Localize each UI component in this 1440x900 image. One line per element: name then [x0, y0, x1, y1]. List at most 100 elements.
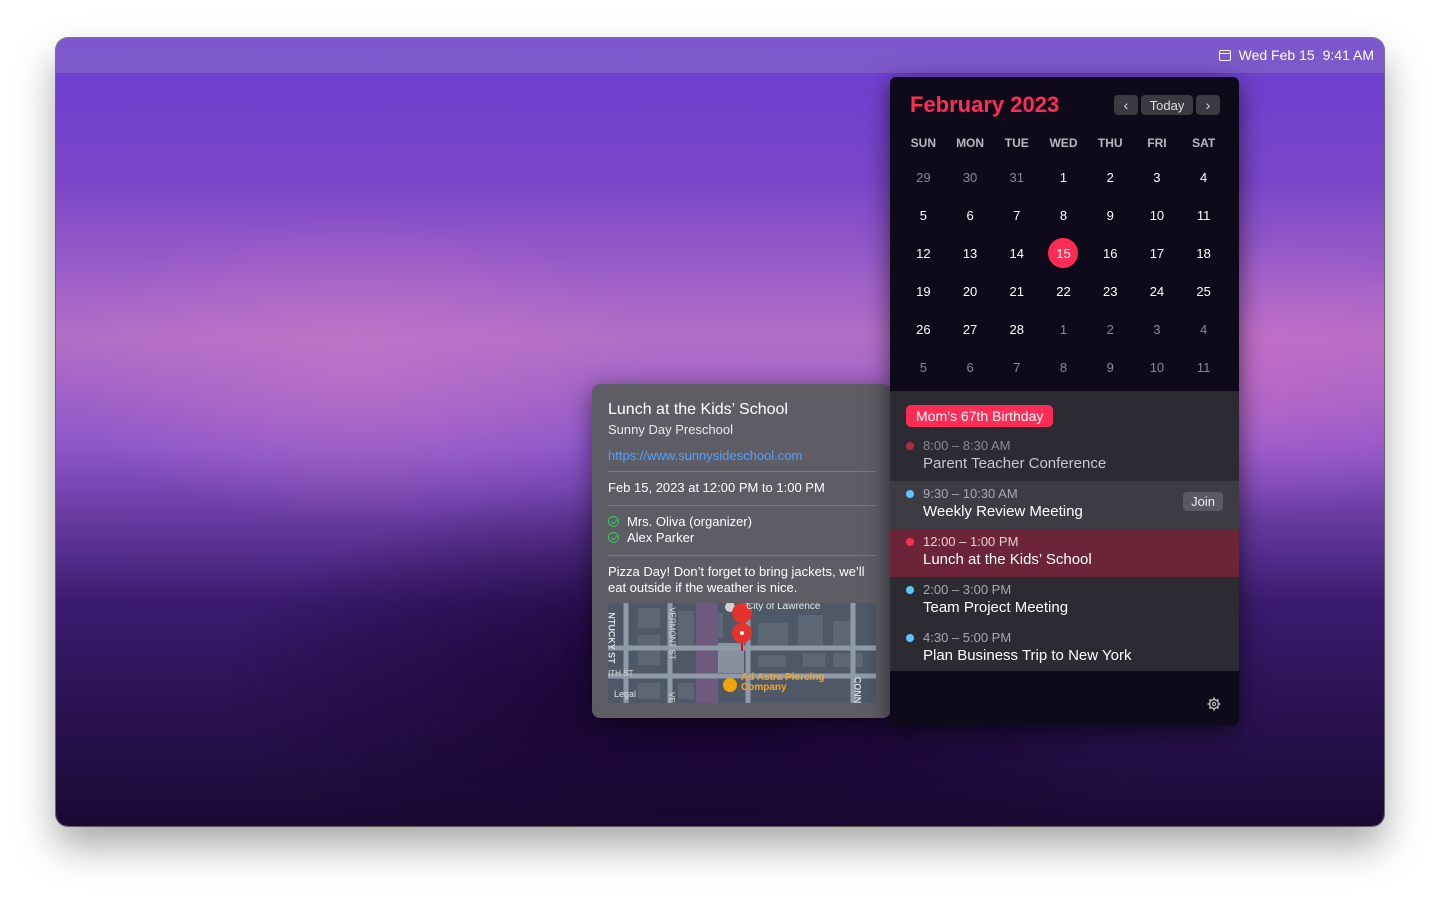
calendar-color-dot	[906, 442, 914, 450]
day-cell[interactable]: 1	[1040, 310, 1087, 348]
event-item[interactable]: 4:30 – 5:00 PM Plan Business Trip to New…	[890, 625, 1239, 673]
month-navigation: ‹ Today ›	[1114, 95, 1220, 115]
weekday-label: FRI	[1147, 136, 1167, 150]
event-title: Lunch at the Kids’ School	[923, 551, 1092, 568]
attendee-item: Mrs. Oliva (organizer)	[608, 514, 752, 529]
day-cell[interactable]: 14	[993, 234, 1040, 272]
day-cell[interactable]: 24	[1134, 272, 1181, 310]
event-item[interactable]: 9:30 – 10:30 AM Weekly Review Meeting Jo…	[890, 481, 1239, 529]
day-cell[interactable]: 4	[1180, 310, 1227, 348]
day-cell[interactable]: 12	[900, 234, 947, 272]
day-cell[interactable]: 10	[1134, 196, 1181, 234]
day-cell[interactable]: 11	[1180, 348, 1227, 386]
next-month-button[interactable]: ›	[1196, 95, 1220, 115]
event-item-selected[interactable]: 12:00 – 1:00 PM Lunch at the Kids’ Schoo…	[890, 529, 1239, 577]
event-url-link[interactable]: https://www.sunnysideschool.com	[608, 448, 802, 463]
today-button[interactable]: Today	[1141, 95, 1193, 115]
event-title: Plan Business Trip to New York	[923, 647, 1132, 664]
map-legal-link[interactable]: Legal	[614, 689, 636, 699]
weekday-label: WED	[1049, 136, 1078, 150]
event-title: Lunch at the Kids’ School	[608, 401, 788, 418]
event-note: Pizza Day! Don’t forget to bring jackets…	[608, 564, 865, 595]
menu-bar-clock[interactable]: Wed Feb 15 9:41 AM	[1218, 47, 1374, 63]
day-cell[interactable]: 5	[900, 196, 947, 234]
weekday-header: SUN MON TUE WED THU FRI SAT	[900, 136, 1227, 150]
day-cell[interactable]: 13	[947, 234, 994, 272]
event-item[interactable]: 2:00 – 3:00 PM Team Project Meeting	[890, 577, 1239, 625]
weekday-label: THU	[1097, 136, 1123, 150]
day-cell[interactable]: 30	[947, 158, 994, 196]
day-cell[interactable]: 31	[993, 158, 1040, 196]
all-day-event[interactable]: Mom’s 67th Birthday	[906, 405, 1054, 427]
day-cell[interactable]: 8	[1040, 196, 1087, 234]
day-cell[interactable]: 5	[900, 348, 947, 386]
event-time: 8:00 – 8:30 AM	[923, 438, 1011, 453]
day-cell[interactable]: 1	[1040, 158, 1087, 196]
accepted-check-icon	[608, 532, 619, 543]
month-title: February 2023	[910, 92, 1060, 117]
map-poi-label: City of Lawrence	[746, 603, 821, 612]
event-time: 12:00 – 1:00 PM	[923, 534, 1019, 549]
day-cell[interactable]: 2	[1087, 310, 1134, 348]
day-cell[interactable]: 9	[1087, 348, 1134, 386]
day-cell[interactable]: 28	[993, 310, 1040, 348]
day-cell[interactable]: 27	[947, 310, 994, 348]
weekday-label: SAT	[1192, 136, 1216, 150]
day-cell[interactable]: 29	[900, 158, 947, 196]
day-cell[interactable]: 11	[1180, 196, 1227, 234]
day-cell[interactable]: 7	[993, 196, 1040, 234]
attendee-name: Alex Parker	[627, 530, 695, 545]
day-cell[interactable]: 26	[900, 310, 947, 348]
map-street-label: VE	[666, 692, 676, 703]
weekday-label: MON	[956, 136, 985, 150]
gear-icon[interactable]	[1207, 697, 1221, 711]
day-cell[interactable]: 4	[1180, 158, 1227, 196]
event-title: Team Project Meeting	[923, 599, 1069, 616]
event-title: Weekly Review Meeting	[923, 503, 1083, 520]
today-marker: 15	[1048, 238, 1079, 268]
event-datetime: Feb 15, 2023 at 12:00 PM to 1:00 PM	[608, 480, 825, 495]
accepted-check-icon	[608, 516, 619, 527]
day-cell-today[interactable]: 15	[1040, 234, 1087, 272]
event-item[interactable]: 8:00 – 8:30 AM Parent Teacher Conference	[890, 433, 1239, 481]
day-cell[interactable]: 18	[1180, 234, 1227, 272]
previous-month-button[interactable]: ‹	[1114, 95, 1138, 115]
day-cell[interactable]: 7	[993, 348, 1040, 386]
day-cell[interactable]: 20	[947, 272, 994, 310]
day-cell[interactable]: 10	[1134, 348, 1181, 386]
day-cell[interactable]: 23	[1087, 272, 1134, 310]
map-street-label: VERMONT ST	[667, 607, 677, 660]
event-time: 9:30 – 10:30 AM	[923, 486, 1018, 501]
map-street-label: NTUCKY ST	[608, 612, 617, 664]
day-cell[interactable]: 21	[993, 272, 1040, 310]
join-meeting-button[interactable]: Join	[1183, 492, 1223, 511]
day-cell[interactable]: 19	[900, 272, 947, 310]
calendar-color-dot	[906, 538, 914, 546]
chevron-left-icon: ‹	[1123, 97, 1129, 113]
location-map[interactable]: City of Lawrence Ad Astra Piercing Compa…	[608, 603, 876, 703]
day-cell[interactable]: 22	[1040, 272, 1087, 310]
calendar-panel: February 2023 ‹ Today › SUN MON TUE WED …	[890, 77, 1239, 725]
day-cell[interactable]: 3	[1134, 310, 1181, 348]
day-cell[interactable]: 8	[1040, 348, 1087, 386]
event-title: Parent Teacher Conference	[923, 455, 1107, 472]
event-list: Mom’s 67th Birthday 8:00 – 8:30 AM Paren…	[890, 391, 1239, 671]
month-grid: 29 30 31 1 2 3 4 5 6 7 8 9 10 11 12 13 1…	[900, 158, 1227, 386]
desktop-window: Wed Feb 15 9:41 AM Lunch at the Kids’ Sc…	[56, 38, 1384, 826]
day-cell[interactable]: 9	[1087, 196, 1134, 234]
day-cell[interactable]: 17	[1134, 234, 1181, 272]
weekday-label: SUN	[910, 136, 937, 150]
divider	[608, 505, 876, 506]
calendar-icon[interactable]	[1218, 49, 1231, 61]
day-cell[interactable]: 6	[947, 348, 994, 386]
menu-bar-time: 9:41 AM	[1322, 47, 1374, 63]
divider	[608, 471, 876, 472]
day-cell[interactable]: 6	[947, 196, 994, 234]
day-cell[interactable]: 25	[1180, 272, 1227, 310]
map-business-label: Ad Astra Piercing Company	[741, 672, 825, 693]
day-cell[interactable]: 2	[1087, 158, 1134, 196]
attendee-item: Alex Parker	[608, 530, 694, 545]
day-cell[interactable]: 16	[1087, 234, 1134, 272]
map-street-label: ITH ST	[608, 669, 634, 678]
day-cell[interactable]: 3	[1134, 158, 1181, 196]
